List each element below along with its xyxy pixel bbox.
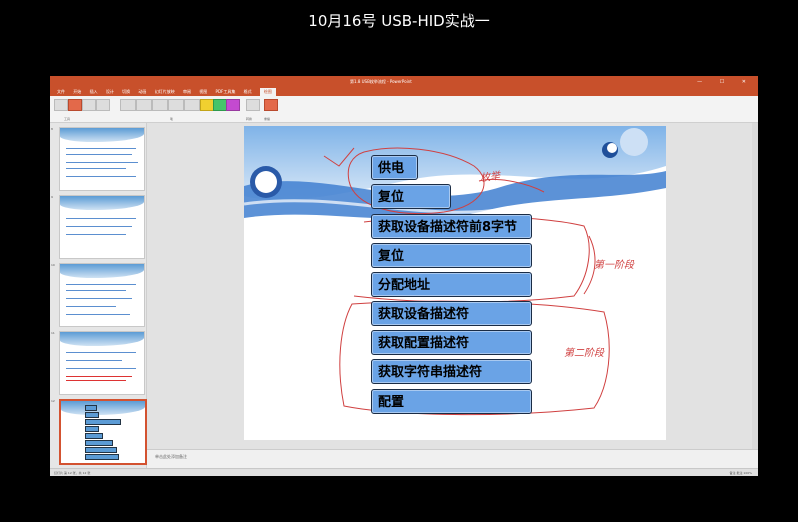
pen-style-1[interactable] [120,99,136,111]
thumb-number: 9 [51,195,53,199]
tab-draw[interactable]: 绘图 [259,88,276,96]
group-tools-label: 工具 [64,117,71,121]
slide-thumbnail[interactable] [59,195,145,259]
ink-annotation-1: 枚举 [479,170,501,185]
tab-pdf[interactable]: PDF工具集 [216,88,236,96]
select-tool-icon[interactable] [54,99,68,111]
slide-thumbnail[interactable] [59,263,145,327]
highlighter-yellow[interactable] [200,99,214,111]
group-convert-label: 转换 [246,117,253,121]
ink-replay-icon[interactable] [264,99,278,111]
step-get-device-descriptor-8: 获取设备描述符前8字节 [371,214,532,239]
slide-thumbnails-pane: 8 9 10 11 12 [50,123,147,468]
pen-style-4[interactable] [168,99,184,111]
highlighter-green[interactable] [213,99,227,111]
tab-view[interactable]: 视图 [199,88,207,96]
highlighter-purple[interactable] [226,99,240,111]
ink-annotation-2: 第一阶段 [594,260,634,271]
step-reset-1: 复位 [371,184,451,209]
window-title: 第1.8 USB枚举流程 - PowerPoint [350,79,412,84]
ribbon: 工具 笔 转换 重播 [50,96,758,123]
video-title: 10月16号 USB-HID实战一 [308,12,490,30]
tab-design[interactable]: 设计 [106,88,114,96]
step-reset-2: 复位 [371,243,532,268]
notes-placeholder: 单击此处添加备注 [155,454,187,459]
status-slide-count: 幻灯片 第 12 张，共 12 张 [54,471,91,475]
notes-pane[interactable]: 单击此处添加备注 [147,449,758,469]
thumb-number: 8 [51,127,53,131]
lasso-icon[interactable] [96,99,110,111]
slide-canvas[interactable]: 供电 复位 获取设备描述符前8字节 复位 分配地址 获取设备描述符 获取配置描述… [244,126,666,440]
ink-annotation-3: 第二阶段 [564,348,604,359]
powerpoint-window: 第1.8 USB枚举流程 - PowerPoint — ☐ ✕ 文件 开始 插入… [50,76,758,476]
tab-transitions[interactable]: 切换 [122,88,130,96]
group-replay-label: 重播 [264,117,271,121]
tab-file[interactable]: 文件 [57,88,65,96]
pen-style-5[interactable] [184,99,200,111]
ribbon-tabs: 文件 开始 插入 设计 切换 动画 幻灯片放映 审阅 视图 PDF工具集 格式 … [50,88,758,96]
step-set-address: 分配地址 [371,272,532,297]
status-bar: 幻灯片 第 12 张，共 12 张 备注 批注 100% [50,468,758,476]
tab-format[interactable]: 格式 [244,88,252,96]
thumb-number: 12 [51,399,55,403]
step-configure: 配置 [371,389,532,414]
step-power: 供电 [371,155,418,180]
eraser-icon[interactable] [82,99,96,111]
thumb-number: 10 [51,263,55,267]
pen-style-2[interactable] [136,99,152,111]
status-view-zoom[interactable]: 备注 批注 100% [730,471,752,475]
window-controls[interactable]: — ☐ ✕ [697,76,754,88]
pen-style-3[interactable] [152,99,168,111]
tab-insert[interactable]: 插入 [90,88,98,96]
tab-review[interactable]: 审阅 [183,88,191,96]
vertical-scrollbar[interactable] [752,123,758,449]
group-pens-label: 笔 [170,117,174,121]
slide-thumbnail[interactable] [59,331,145,395]
thumb-number: 11 [51,331,55,335]
tab-animations[interactable]: 动画 [138,88,146,96]
slide-thumbnail-selected[interactable] [59,399,147,465]
slide-thumbnail[interactable] [59,127,145,191]
title-bar: 第1.8 USB枚举流程 - PowerPoint — ☐ ✕ [50,76,758,88]
tab-home[interactable]: 开始 [73,88,81,96]
ink-to-shape-icon[interactable] [246,99,260,111]
step-get-device-descriptor: 获取设备描述符 [371,301,532,326]
tab-slideshow[interactable]: 幻灯片放映 [155,88,175,96]
step-get-config-descriptor: 获取配置描述符 [371,330,532,355]
step-get-string-descriptor: 获取字符串描述符 [371,359,532,384]
pen-icon[interactable] [68,99,82,111]
